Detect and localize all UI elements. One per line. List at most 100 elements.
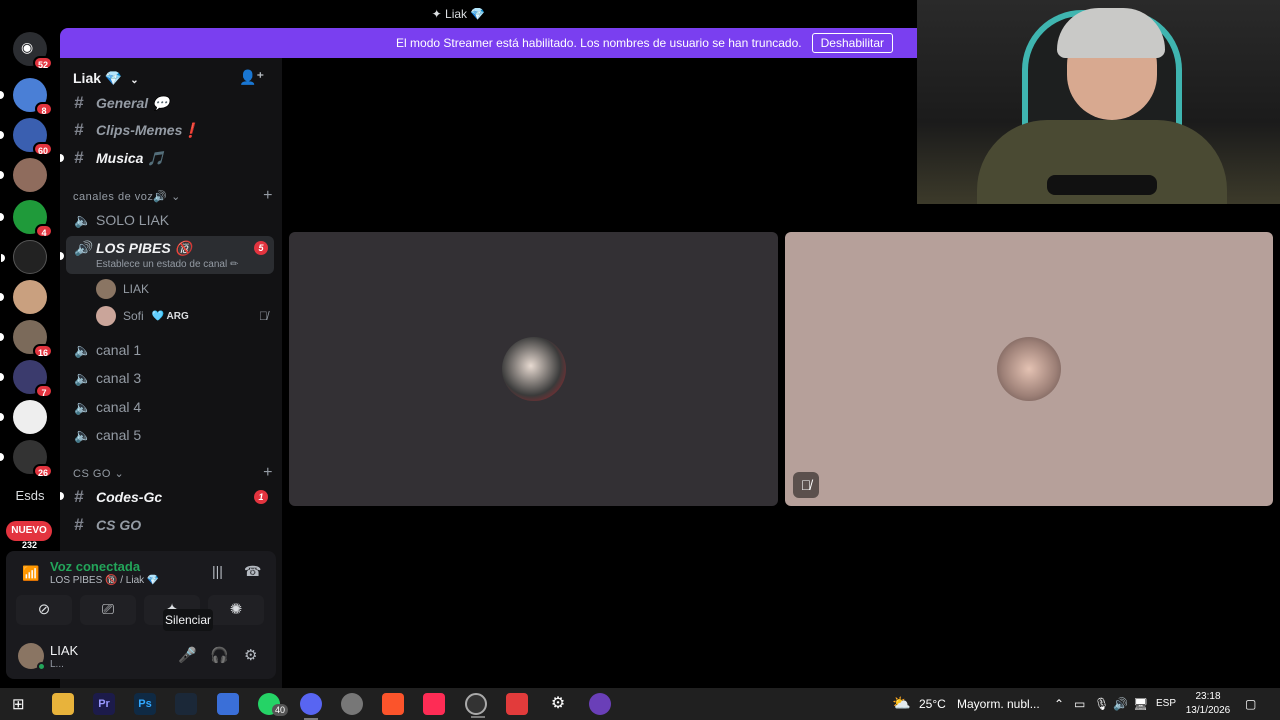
server-icon-6[interactable]	[1, 240, 47, 274]
user-count-badge: 5	[254, 241, 268, 255]
channel-status[interactable]: Establece un estado de canal ✏	[96, 259, 238, 270]
mention-badge: 1	[254, 490, 268, 504]
voice-member-liak[interactable]: LIAK	[96, 277, 276, 301]
app-icon[interactable]	[217, 693, 239, 715]
hash-icon: #	[74, 487, 84, 506]
avatar[interactable]	[18, 643, 46, 671]
notifications-icon[interactable]: ▢	[1245, 688, 1256, 720]
user-status: L...	[50, 659, 64, 670]
server-icon-9[interactable]: 7	[0, 360, 53, 398]
channel-musica[interactable]: # Musica 🎵	[66, 145, 276, 171]
mic-tray-icon[interactable]: 🎙	[1094, 688, 1109, 720]
channel-codes-gc[interactable]: # Codes-Gc 1	[66, 484, 276, 510]
voice-tile-liak[interactable]	[289, 232, 778, 506]
obs-icon[interactable]	[465, 693, 487, 718]
title-gem-icon: 💎	[470, 7, 486, 21]
invite-people-icon[interactable]: 👤⁺	[239, 69, 264, 86]
gear-icon[interactable]: ⚙	[244, 646, 257, 664]
server-badge: 8	[35, 102, 53, 116]
screen-share-button[interactable]: ⎚	[80, 595, 136, 625]
discord-logo-icon: ◉	[21, 39, 34, 55]
server-badge: 52	[32, 56, 53, 70]
voice-status[interactable]: Voz conectada	[50, 559, 140, 574]
channel-los-pibes[interactable]: 🔊 LOS PIBES 🔞 5	[66, 235, 276, 261]
weather-temp[interactable]: 25°C	[919, 688, 946, 720]
hash-icon: #	[74, 515, 84, 534]
avatar	[997, 337, 1061, 401]
camera-off-button[interactable]: ⊘	[16, 595, 72, 625]
weather-desc[interactable]: Mayorm. nubl...	[957, 688, 1040, 720]
server-icon-corp[interactable]: 60	[0, 118, 53, 156]
file-explorer-icon[interactable]	[52, 693, 74, 715]
channel-canal-3[interactable]: 🔈 canal 3	[66, 365, 276, 391]
server-pip	[0, 171, 4, 179]
voice-member-sofi[interactable]: Sofi 🩵 ARG 🎙̸	[96, 304, 276, 328]
server-icon-stumble[interactable]: 4	[0, 200, 53, 238]
channel-label: canal 5	[96, 427, 142, 443]
media-player-icon[interactable]	[589, 693, 611, 715]
language-indicator[interactable]: ESP	[1156, 688, 1176, 720]
chevron-down-icon: ⌄	[114, 468, 125, 480]
channel-label: canal 1	[96, 342, 142, 358]
noise-suppression-icon[interactable]: |||	[212, 563, 223, 579]
speaker-icon: 🔈	[74, 398, 92, 415]
tiktok-icon[interactable]	[423, 693, 445, 715]
settings-icon[interactable]: ⚙	[547, 693, 569, 715]
device-icon[interactable]: ▭	[1074, 688, 1085, 720]
channel-cs-go[interactable]: # CS GO	[66, 512, 276, 538]
clock[interactable]: 23:18 13/1/2026	[1184, 690, 1232, 718]
server-pip	[0, 213, 4, 221]
server-icon-4[interactable]	[0, 158, 47, 192]
headphones-icon[interactable]: 🎧	[210, 646, 229, 664]
channel-general[interactable]: # General 💬	[66, 90, 276, 116]
volume-icon[interactable]: 🔊	[1113, 688, 1128, 720]
mic-icon[interactable]: 🎤	[178, 646, 197, 664]
steam-icon[interactable]	[175, 693, 197, 715]
new-servers-button[interactable]: NUEVO	[6, 521, 52, 541]
channel-solo-liak[interactable]: 🔈 SOLO LIAK	[66, 207, 276, 233]
category-csgo[interactable]: CS GO ⌄ +	[73, 464, 273, 482]
weather-icon[interactable]: ⛅	[892, 688, 911, 720]
whatsapp-badge: 40	[272, 704, 288, 716]
app-icon-3[interactable]	[506, 693, 528, 715]
soundboard-button[interactable]: ✺	[208, 595, 264, 625]
server-icon-11[interactable]: 26	[0, 440, 53, 478]
category-voice[interactable]: canales de voz🔊 ⌄ +	[73, 187, 273, 205]
add-channel-icon[interactable]: +	[263, 464, 273, 482]
voice-tile-sofi[interactable]: 🎙̸	[785, 232, 1273, 506]
clock-date: 13/1/2026	[1185, 705, 1231, 716]
channel-canal-4[interactable]: 🔈 canal 4	[66, 394, 276, 420]
disable-streamer-button[interactable]: Deshabilitar	[811, 33, 893, 53]
add-channel-icon[interactable]: +	[263, 187, 273, 205]
clock-time: 23:18	[1195, 691, 1221, 702]
network-icon[interactable]: 🖥	[1133, 688, 1148, 720]
channel-canal-5[interactable]: 🔈 canal 5	[66, 422, 276, 448]
category-label: CS GO	[73, 468, 111, 480]
streamer-mode-banner: El modo Streamer está habilitado. Los no…	[60, 28, 917, 58]
discord-taskbar-icon[interactable]	[300, 693, 322, 720]
server-icon-10[interactable]	[0, 400, 47, 434]
avatar	[96, 279, 116, 299]
speaker-icon: 🔈	[74, 341, 92, 358]
channel-clips-memes[interactable]: # Clips-Memes❗	[66, 117, 276, 143]
server-icon-8[interactable]: 16	[0, 320, 53, 358]
chevron-up-icon[interactable]: ⌃	[1054, 688, 1064, 720]
windows-start-icon[interactable]: ⊞	[12, 695, 25, 713]
channel-label: General 💬	[96, 94, 170, 111]
server-folder-esds[interactable]: Esds	[8, 488, 52, 503]
signal-icon[interactable]: 📶	[22, 565, 39, 582]
speaker-icon: 🔈	[74, 211, 92, 228]
disconnect-icon[interactable]: ☎	[244, 563, 261, 580]
photoshop-icon[interactable]: Ps	[134, 693, 156, 715]
server-icon-2[interactable]: 8	[0, 78, 53, 116]
server-icon-home[interactable]: ◉ 52	[13, 32, 53, 70]
server-icon-7[interactable]	[0, 280, 47, 314]
voice-channel-link[interactable]: LOS PIBES 🔞 / Liak 💎	[50, 575, 159, 586]
server-pip	[0, 453, 4, 461]
user-name[interactable]: LIAK	[50, 643, 78, 658]
app-icon-2[interactable]	[341, 693, 363, 715]
hash-icon: #	[74, 93, 84, 112]
channel-canal-1[interactable]: 🔈 canal 1	[66, 337, 276, 363]
premiere-icon[interactable]: Pr	[93, 693, 115, 715]
brave-icon[interactable]	[382, 693, 404, 715]
